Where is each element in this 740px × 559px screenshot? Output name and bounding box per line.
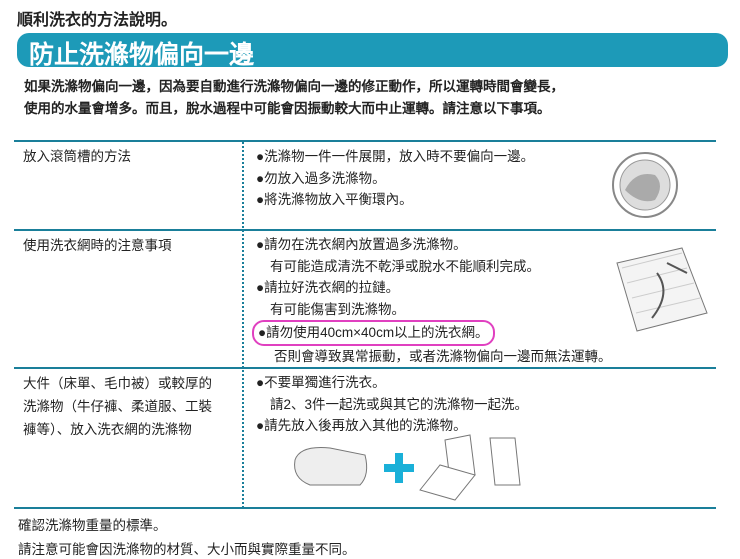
divider [14,367,716,369]
row-text: ●洗滌物一件一件展開，放入時不要偏向一邊。 ●勿放入過多洗滌物。 ●將洗滌物放入… [256,146,534,211]
title-bar: 防止洗滌物偏向一邊 [17,33,728,69]
intro-line: 使用的水量會增多。而且，脫水過程中可能會因振動較大而中止運轉。請注意以下事項。 [24,101,551,116]
label-line: 褲等）、放入洗衣網的洗滌物 [23,422,192,437]
column-divider [242,142,244,508]
label-line: 大件（床單、毛巾被）或較厚的 [23,376,212,391]
divider [14,140,716,142]
footer-line: 請注意可能會因洗滌物的材質、大小而與實際重量不同。 [18,542,356,557]
page: 順利洗衣的方法說明。 防止洗滌物偏向一邊 如果洗滌物偏向一邊，因為要自動進行洗滌… [0,0,740,559]
footer-line: 確認洗滌物重量的標準。 [18,518,167,533]
blanket-plus-clothes-illustration-icon [294,434,521,501]
row-text: ●不要單獨進行洗衣。 請2、3件一起洗或與其它的洗滌物一起洗。 ●請先放入後再放… [256,372,528,437]
bullet: ●洗滌物一件一件展開，放入時不要偏向一邊。 [256,149,535,164]
note: 有可能傷害到洗滌物。 [270,301,405,317]
drum-illustration-icon [612,152,678,218]
row-text: ●請勿在洗衣網內放置過多洗滌物。 有可能造成清洗不乾淨或脫水不能順利完成。 ●請… [252,234,612,367]
divider [14,507,716,509]
section-header: 順利洗衣的方法說明。 [17,12,178,29]
row-label: 使用洗衣網時的注意事項 [23,238,172,253]
highlighted-bullet: ●請勿使用40cm×40cm以上的洗衣網。 [252,320,495,346]
note: 有可能造成清洗不乾淨或脫水不能順利完成。 [270,258,540,274]
intro-text: 如果洗滌物偏向一邊，因為要自動進行洗滌物偏向一邊的修正動作，所以運轉時間會變長，… [24,76,564,120]
bullet: ●勿放入過多洗滌物。 [256,170,386,186]
row-label: 大件（床單、毛巾被）或較厚的 洗滌物（牛仔褲、柔道服、工裝 褲等）、放入洗衣網的… [23,372,212,441]
note: 請2、3件一起洗或與其它的洗滌物一起洗。 [270,396,529,412]
bullet: ●將洗滌物放入平衡環內。 [256,192,413,207]
bullet: ●請拉好洗衣網的拉鏈。 [256,280,400,295]
row-label: 放入滾筒槽的方法 [23,149,131,164]
laundry-net-illustration-icon [616,247,708,332]
page-title: 防止洗滌物偏向一邊 [29,41,255,69]
note: 否則會導致異常振動，或者洗滌物偏向一邊而無法運轉。 [274,348,612,364]
label-line: 洗滌物（牛仔褲、柔道服、工裝 [23,399,212,414]
bullet: ●請勿在洗衣網內放置過多洗滌物。 [256,237,467,252]
divider [14,229,716,231]
bullet: ●不要單獨進行洗衣。 [256,375,386,390]
intro-line: 如果洗滌物偏向一邊，因為要自動進行洗滌物偏向一邊的修正動作，所以運轉時間會變長， [24,79,564,94]
